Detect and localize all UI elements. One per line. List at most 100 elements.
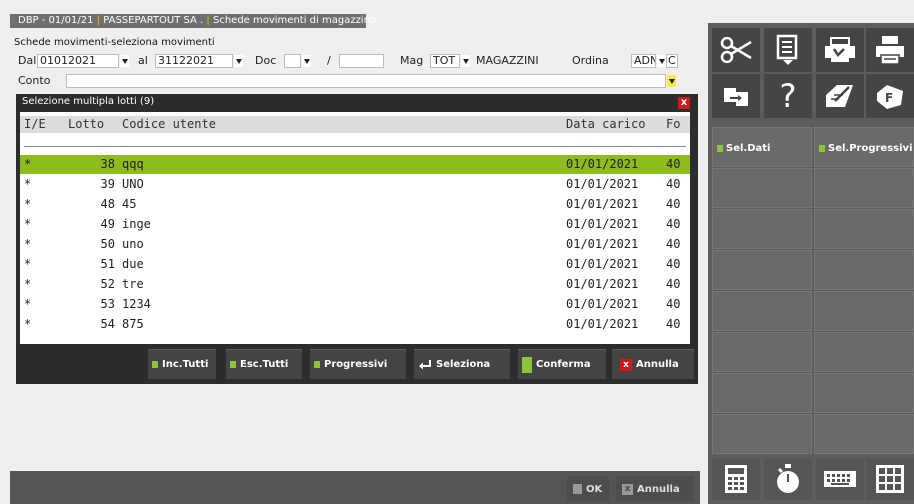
doc-slash: / — [327, 54, 331, 67]
empty-function-slot[interactable] — [712, 291, 812, 331]
green-indicator-icon — [717, 145, 723, 152]
row-mark: * — [24, 157, 32, 171]
dal-date-field[interactable]: 01012021 — [37, 54, 119, 68]
printer-icon[interactable] — [866, 28, 914, 72]
progressivi-button[interactable]: Progressivi — [310, 349, 406, 379]
empty-function-slot[interactable] — [712, 414, 812, 454]
row-fo: 40 — [666, 217, 681, 231]
column-fo[interactable]: Fo — [666, 116, 680, 133]
header-divider — [24, 146, 686, 147]
tab-separator: | — [206, 15, 210, 26]
mag-label: Mag — [400, 54, 424, 67]
empty-function-slot[interactable] — [814, 209, 914, 249]
mag-dropdown-button[interactable] — [461, 55, 470, 67]
calculator-icon[interactable] — [712, 458, 760, 500]
ordina-field[interactable]: ADN — [631, 54, 656, 68]
column-lotto[interactable]: Lotto — [68, 116, 104, 133]
empty-function-slot[interactable] — [814, 250, 914, 290]
annulla-label: Annulla — [637, 483, 680, 495]
green-indicator-icon — [819, 145, 825, 152]
ordina-extra-field[interactable]: C — [666, 54, 678, 68]
empty-function-slot[interactable] — [814, 291, 914, 331]
esc-tutti-button[interactable]: Esc.Tutti — [226, 349, 302, 379]
row-mark: * — [24, 237, 32, 251]
keyboard-icon[interactable] — [816, 458, 864, 500]
inc-tutti-button[interactable]: Inc.Tutti — [148, 349, 216, 379]
row-data-carico: 01/01/2021 — [566, 197, 639, 211]
column-codice-utente[interactable]: Codice utente — [122, 116, 216, 133]
column-ie[interactable]: I/E — [24, 116, 46, 133]
row-mark: * — [24, 197, 32, 211]
conferma-button[interactable]: Conferma — [518, 349, 606, 379]
seleziona-button[interactable]: Seleziona — [414, 349, 510, 379]
al-label: al — [138, 54, 148, 67]
table-row[interactable]: * 54 875 01/01/2021 40 — [20, 315, 690, 334]
table-row[interactable]: * 49 inge 01/01/2021 40 — [20, 215, 690, 234]
sel-progressivi-button[interactable]: Sel.Progressivi — [814, 127, 914, 167]
table-row[interactable]: * 50 uno 01/01/2021 40 — [20, 235, 690, 254]
document-icon[interactable] — [764, 28, 812, 72]
ordina-dropdown-button[interactable] — [657, 55, 666, 67]
empty-function-slot[interactable] — [814, 373, 914, 413]
empty-function-slot[interactable] — [814, 332, 914, 372]
table-row[interactable]: * 51 due 01/01/2021 40 — [20, 255, 690, 274]
conto-field[interactable] — [66, 74, 666, 88]
scissors-icon[interactable] — [712, 28, 760, 72]
row-fo: 40 — [666, 297, 681, 311]
company-date: DBP - 01/01/21 — [18, 15, 94, 26]
cancel-icon: x — [622, 483, 633, 495]
column-data-carico[interactable]: Data carico — [566, 116, 645, 133]
close-icon[interactable]: x — [678, 97, 690, 109]
empty-function-slot[interactable] — [814, 168, 914, 208]
chevron-down-icon — [658, 58, 665, 64]
help-icon[interactable]: ? — [764, 74, 812, 118]
stopwatch-icon[interactable] — [764, 458, 812, 500]
table-row[interactable]: * 39 UNO 01/01/2021 40 — [20, 175, 690, 194]
row-lotto: 52 — [100, 277, 115, 291]
notes-icon[interactable] — [816, 74, 864, 118]
doc-type-field[interactable] — [284, 54, 301, 68]
table-row[interactable]: * 52 tre 01/01/2021 40 — [20, 275, 690, 294]
enter-icon — [419, 359, 431, 369]
copy-icon[interactable] — [712, 74, 760, 118]
row-mark: * — [24, 297, 32, 311]
row-data-carico: 01/01/2021 — [566, 177, 639, 191]
dal-dropdown-button[interactable] — [120, 55, 129, 67]
empty-function-slot[interactable] — [712, 373, 812, 413]
seleziona-label: Seleziona — [436, 358, 491, 370]
table-row[interactable]: * 38 qqq 01/01/2021 40 — [20, 155, 690, 174]
empty-function-slot[interactable] — [712, 332, 812, 372]
mag-description: MAGAZZINI — [476, 54, 539, 67]
green-indicator-icon — [522, 356, 532, 373]
row-codice: tre — [122, 277, 144, 291]
al-dropdown-button[interactable] — [234, 55, 243, 67]
empty-function-slot[interactable] — [712, 209, 812, 249]
printer-loading-icon[interactable] — [816, 28, 864, 72]
grid-icon[interactable] — [866, 458, 914, 500]
doc-dropdown-button[interactable] — [302, 55, 311, 67]
annulla-button[interactable]: x Annulla — [616, 476, 694, 502]
chevron-down-icon — [462, 58, 469, 64]
row-fo: 40 — [666, 157, 681, 171]
f-key-icon[interactable]: F — [866, 74, 914, 118]
window-tab[interactable]: DBP - 01/01/21 | PASSEPARTOUT SA . | Sch… — [10, 14, 376, 28]
al-date-field[interactable]: 31122021 — [155, 54, 233, 68]
annulla-dialog-button[interactable]: x Annulla — [612, 349, 694, 379]
conto-dropdown-button[interactable] — [667, 75, 676, 87]
empty-function-slot[interactable] — [814, 414, 914, 454]
sel-dati-button[interactable]: Sel.Dati — [712, 127, 812, 167]
mag-field[interactable]: TOT — [430, 54, 460, 68]
row-fo: 40 — [666, 177, 681, 191]
table-row[interactable]: * 48 45 01/01/2021 40 — [20, 195, 690, 214]
doc-number-field[interactable] — [339, 54, 384, 68]
svg-text:F: F — [885, 91, 893, 105]
empty-function-slot[interactable] — [712, 168, 812, 208]
chevron-down-icon — [235, 58, 242, 64]
row-mark: * — [24, 317, 32, 331]
empty-function-slot[interactable] — [712, 250, 812, 290]
ok-button[interactable]: OK — [567, 476, 609, 502]
row-lotto: 54 — [100, 317, 115, 331]
table-row[interactable]: * 53 1234 01/01/2021 40 — [20, 295, 690, 314]
doc-label: Doc — [255, 54, 277, 67]
row-lotto: 39 — [100, 177, 115, 191]
